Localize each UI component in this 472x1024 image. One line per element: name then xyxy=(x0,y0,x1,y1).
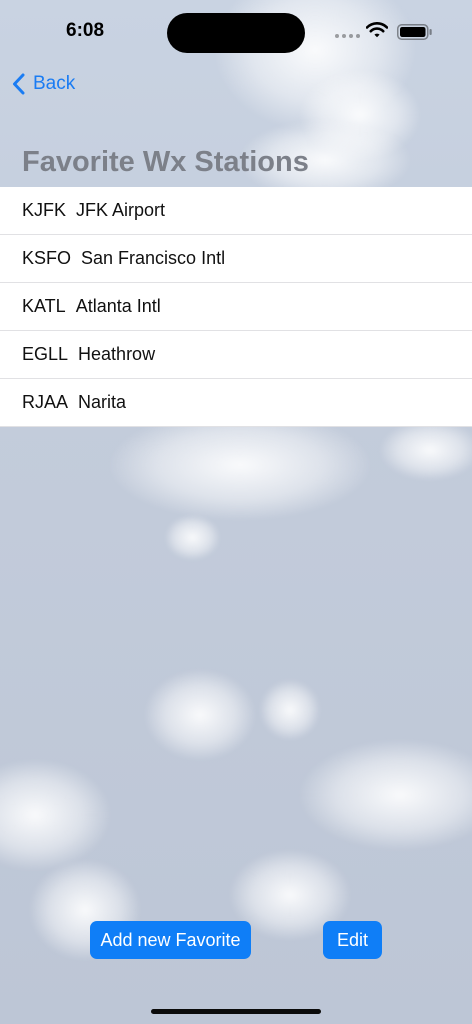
back-button[interactable]: Back xyxy=(12,70,75,98)
station-code: KATL xyxy=(22,296,66,316)
station-name: Narita xyxy=(78,392,127,412)
station-row[interactable]: KATL Atlanta Intl xyxy=(0,283,472,331)
edit-button[interactable]: Edit xyxy=(323,921,382,959)
back-label: Back xyxy=(33,73,76,94)
status-time: 6:08 xyxy=(66,20,105,41)
station-code: EGLL xyxy=(22,344,69,364)
station-name: Heathrow xyxy=(78,344,156,364)
add-favorite-button[interactable]: Add new Favorite xyxy=(90,921,251,959)
page-title: Favorite Wx Stations xyxy=(22,146,309,178)
station-row[interactable]: KJFK JFK Airport xyxy=(0,187,472,235)
status-bar: 6:08 xyxy=(0,0,472,62)
station-name: Atlanta Intl xyxy=(75,296,161,316)
station-row[interactable]: KSFO San Francisco Intl xyxy=(0,235,472,283)
station-code: RJAA xyxy=(22,392,69,412)
station-name: San Francisco Intl xyxy=(81,248,226,268)
station-name: JFK Airport xyxy=(76,200,166,220)
home-indicator xyxy=(151,1009,321,1014)
station-code: KJFK xyxy=(22,200,67,220)
cellular-signal-icon xyxy=(335,34,360,38)
wifi-icon xyxy=(366,22,388,38)
battery-icon xyxy=(397,24,432,40)
station-row[interactable]: EGLL Heathrow xyxy=(0,331,472,379)
favorite-stations-list: KJFK JFK Airport KSFO San Francisco Intl… xyxy=(0,187,472,427)
chevron-left-icon xyxy=(13,73,25,95)
station-code: KSFO xyxy=(22,248,72,268)
station-row[interactable]: RJAA Narita xyxy=(0,379,472,427)
dynamic-island xyxy=(167,13,305,53)
